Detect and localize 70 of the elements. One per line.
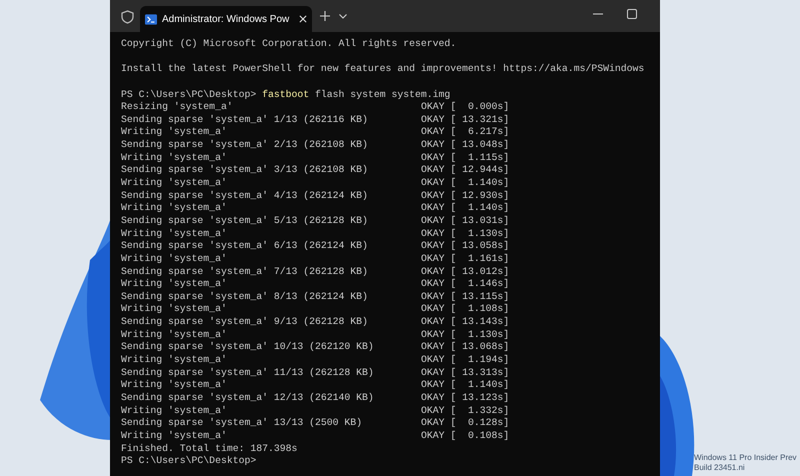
output-line: Copyright (C) Microsoft Corporation. All rights reserved. xyxy=(121,38,456,51)
output-line: Install the latest PowerShell for new features and improvements! https://aka.ms/PSWindows xyxy=(121,63,644,76)
output-line: Writing 'system_a' xyxy=(121,404,228,418)
output-line: Sending sparse 'system_a' 13/13 (2500 KB) xyxy=(121,417,364,430)
output-line: Sending sparse 'system_a' 6/13 (262124 KB) xyxy=(121,240,369,253)
status-text: OKAY [ 13.143s] xyxy=(421,316,510,329)
minimize-icon[interactable] xyxy=(593,13,603,15)
output-line: Sending sparse 'system_a' 1/13 (262116 KB) xyxy=(121,114,369,126)
status-text: OKAY [ 13.123s] xyxy=(421,392,510,405)
output-line: Sending sparse 'system_a' 5/13 (262128 KB) xyxy=(121,214,369,228)
output-line: Writing 'system_a' xyxy=(121,252,228,266)
status-text: OKAY [ 1.130s] xyxy=(421,328,510,342)
status-text: OKAY [ 13.313s] xyxy=(421,366,510,380)
output-line: Writing 'system_a' xyxy=(121,328,228,342)
close-icon[interactable] xyxy=(299,15,307,23)
status-text: OKAY [ 1.140s] xyxy=(421,177,510,190)
output-line: Sending sparse 'system_a' 12/13 (262140 KB) xyxy=(121,392,375,405)
status-text: OKAY [ 13.058s] xyxy=(421,240,510,253)
output-line: Sending sparse 'system_a' 9/13 (262128 KB) xyxy=(121,316,369,329)
status-text: OKAY [ 1.146s] xyxy=(421,278,510,291)
output-line: Writing 'system_a' xyxy=(121,228,228,240)
status-text: OKAY [ 1.140s] xyxy=(421,379,510,392)
status-text: OKAY [ 1.130s] xyxy=(421,228,510,240)
output-line: Finished. Total time: 187.398s xyxy=(121,442,298,456)
output-line: Writing 'system_a' xyxy=(121,354,228,367)
status-text: OKAY [ 1.115s] xyxy=(421,152,510,164)
output-line: Writing 'system_a' xyxy=(121,126,228,140)
plus-icon[interactable] xyxy=(320,11,330,21)
output-line: Sending sparse 'system_a' 4/13 (262124 KB) xyxy=(121,190,369,202)
output-line: Writing 'system_a' xyxy=(121,303,228,316)
maximize-icon[interactable] xyxy=(627,9,637,19)
status-text: OKAY [ 0.000s] xyxy=(421,101,510,114)
status-text: OKAY [ 1.108s] xyxy=(421,303,510,316)
status-text: OKAY [ 1.140s] xyxy=(421,202,510,215)
status-text: OKAY [ 13.068s] xyxy=(421,341,510,354)
tab[interactable]: Administrator: Windows Pow xyxy=(140,6,312,32)
shield-icon xyxy=(121,10,134,24)
status-text: OKAY [ 13.031s] xyxy=(421,214,510,228)
command-line: PS C:\Users\PC\Desktop> fastboot flash system system.img xyxy=(121,88,450,102)
status-text: OKAY [ 1.332s] xyxy=(421,404,510,418)
output-line: Writing 'system_a' xyxy=(121,152,228,164)
status-text: OKAY [ 13.012s] xyxy=(421,266,510,278)
output-line: Sending sparse 'system_a' 8/13 (262124 KB) xyxy=(121,290,369,304)
output-line: Sending sparse 'system_a' 11/13 (262128 KB) xyxy=(121,366,375,380)
terminal-icon xyxy=(145,14,157,24)
status-text: OKAY [ 6.217s] xyxy=(421,126,510,140)
status-text: OKAY [ 13.048s] xyxy=(421,139,510,152)
output-line: Sending sparse 'system_a' 10/13 (262120 KB) xyxy=(121,341,375,354)
status-text: OKAY [ 1.194s] xyxy=(421,354,510,367)
status-text: OKAY [ 0.108s] xyxy=(421,430,510,442)
prompt-text: PS C:\Users\PC\Desktop> xyxy=(121,455,256,468)
output-line: Writing 'system_a' xyxy=(121,177,228,190)
output-line: Sending sparse 'system_a' 7/13 (262128 KB) xyxy=(121,266,369,278)
output-line: Writing 'system_a' xyxy=(121,278,228,291)
status-text: OKAY [ 13.321s] xyxy=(421,114,510,126)
output-line: Writing 'system_a' xyxy=(121,202,228,215)
status-text: OKAY [ 1.161s] xyxy=(421,252,510,266)
status-text: OKAY [ 0.128s] xyxy=(421,417,510,430)
status-text: OKAY [ 12.944s] xyxy=(421,164,510,178)
output-line: Writing 'system_a' xyxy=(121,379,228,392)
output-line: Sending sparse 'system_a' 2/13 (262108 KB) xyxy=(121,139,369,152)
output-line: Resizing 'system_a' xyxy=(121,101,234,114)
chevron-down-icon[interactable] xyxy=(339,14,347,19)
status-text: OKAY [ 13.115s] xyxy=(421,290,510,304)
status-text: OKAY [ 12.930s] xyxy=(421,190,510,202)
edition-text: Windows 11 Pro Insider Prev xyxy=(694,453,797,463)
tab-title: Administrator: Windows Pow xyxy=(162,12,290,26)
output-line: Sending sparse 'system_a' 3/13 (262108 KB) xyxy=(121,164,369,178)
output-line: Writing 'system_a' xyxy=(121,430,228,442)
edition-text: Build 23451.ni xyxy=(694,463,745,473)
